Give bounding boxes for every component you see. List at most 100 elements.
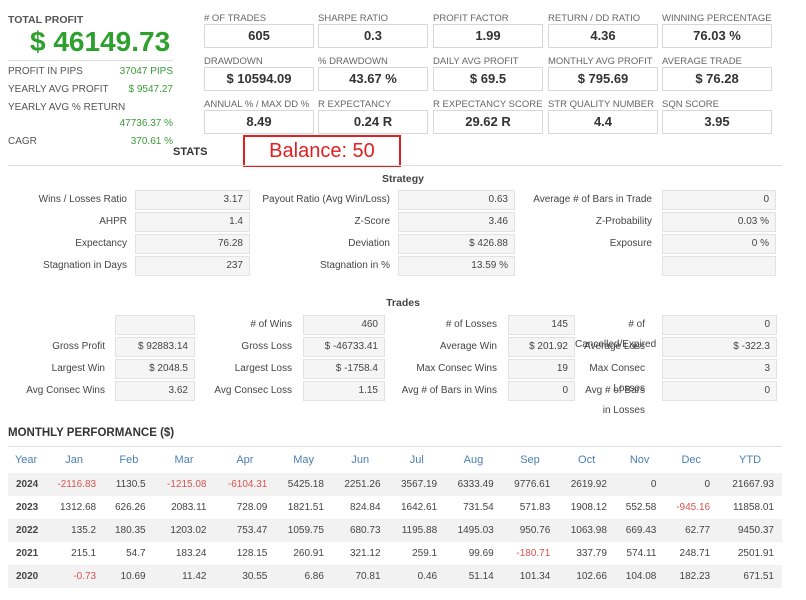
table-cell: 11858.01 — [733, 501, 774, 513]
table-cell: 11.42 — [153, 564, 215, 588]
table-cell: 1063.98 — [558, 518, 615, 542]
stat-label: Z-Score — [354, 216, 390, 227]
total-profit-label: TOTAL PROFIT — [8, 14, 84, 26]
table-cell: 62.77 — [664, 518, 719, 542]
table-cell: 824.84 — [349, 501, 381, 513]
summary-value: 47736.37 % — [119, 118, 173, 129]
card-value: 605 — [204, 24, 314, 48]
table-cell: 128.15 — [236, 547, 268, 559]
stat-label: Deviation — [348, 238, 390, 249]
table-cell: 260.91 — [293, 547, 324, 559]
table-cell: 669.43 — [614, 518, 665, 542]
card-value: $ 10594.09 — [204, 67, 314, 91]
table-cell: 2023 — [15, 501, 39, 513]
stat-label: Payout Ratio (Avg Win/Loss) — [262, 194, 390, 205]
card-label: R EXPECTANCY SCORE — [433, 99, 543, 110]
column-header: Jun — [331, 446, 389, 473]
card-value: $ 795.69 — [548, 67, 658, 91]
column-header: Oct — [558, 446, 615, 473]
table-cell: 626.26 — [115, 501, 146, 513]
card-label: R EXPECTANCY — [318, 99, 392, 110]
card-label: ANNUAL % / MAX DD % — [204, 99, 310, 110]
stat-value: 3.46 — [398, 212, 515, 232]
table-cell: 2024 — [8, 472, 45, 496]
trade-label: Average Win — [439, 341, 497, 352]
trade-label: # of Wins — [250, 319, 292, 330]
stat-label: Stagnation in % — [319, 260, 390, 271]
table-cell: 182.23 — [664, 564, 719, 588]
trade-label: Average Loss — [584, 341, 645, 352]
table-cell: 950.76 — [501, 518, 559, 542]
stat-value: 76.28 — [135, 234, 250, 254]
column-header: Dec — [664, 446, 719, 473]
card-label: DAILY AVG PROFIT — [433, 56, 519, 67]
card-label: RETURN / DD RATIO — [548, 13, 641, 24]
column-header: Year — [8, 446, 45, 473]
card-label: AVERAGE TRADE — [662, 56, 742, 67]
table-cell: 2021 — [15, 547, 39, 559]
card-value: 0.3 — [318, 24, 428, 48]
card-label: # OF TRADES — [204, 13, 267, 24]
table-cell: 2619.92 — [558, 472, 615, 496]
table-cell: 51.14 — [445, 564, 502, 588]
table-cell: 1642.61 — [400, 501, 438, 513]
table-cell: 3567.19 — [388, 472, 446, 496]
table-cell: 1908.12 — [570, 501, 607, 513]
trade-value: $ 92883.14 — [115, 337, 195, 357]
monthly-performance-table: Year Jan Feb Mar Apr May Jun Jul Aug Sep Oct Nov Dec… — [8, 446, 782, 588]
card-label: DRAWDOWN — [204, 56, 263, 67]
stat-value: 237 — [135, 256, 250, 276]
table-cell: 135.2 — [44, 518, 105, 542]
stat-value — [662, 256, 776, 276]
trade-label: Avg # of Bars in Wins — [401, 385, 497, 396]
table-cell: 2083.11 — [171, 501, 207, 513]
card-label: % DRAWDOWN — [318, 56, 388, 67]
trade-value: 0 — [508, 381, 575, 401]
trade-value: $ 2048.5 — [115, 359, 195, 379]
card-label: WINNING PERCENTAGE — [662, 13, 772, 24]
trade-label: Avg Consec Loss — [214, 385, 292, 396]
table-cell: 215.1 — [71, 547, 97, 559]
table-cell: 728.09 — [236, 501, 268, 513]
table-cell: 5425.18 — [275, 472, 332, 496]
column-header: Aug — [445, 446, 502, 473]
stat-label: Expectancy — [75, 238, 127, 249]
table-cell: -180.71 — [516, 547, 551, 559]
trade-value: 1.15 — [303, 381, 385, 401]
table-row: 2022 135.2 180.35 1203.02 753.47 1059.75 680.7… — [8, 518, 782, 542]
table-cell: 337.79 — [576, 547, 607, 559]
table-cell: 1130.5 — [104, 472, 154, 496]
summary-value: 37047 PIPS — [119, 66, 173, 77]
card-value: $ 76.28 — [662, 67, 772, 91]
table-cell: 2251.26 — [331, 472, 389, 496]
table-cell: 10.69 — [104, 564, 154, 588]
summary-label: CAGR — [8, 136, 37, 147]
summary-label: YEARLY AVG % RETURN — [8, 102, 126, 113]
stat-value: 13.59 % — [398, 256, 515, 276]
table-cell: 259.1 — [412, 547, 438, 559]
table-cell: 30.55 — [214, 564, 276, 588]
stat-label: Exposure — [609, 238, 652, 249]
trade-label: Gross Loss — [241, 341, 292, 352]
card-label: MONTHLY AVG PROFIT — [548, 56, 653, 67]
trade-label: Largest Win — [51, 363, 105, 374]
column-header: Mar — [153, 446, 215, 473]
card-value: 1.99 — [433, 24, 543, 48]
column-header: Nov — [614, 446, 665, 473]
stats-title: STATS — [173, 146, 208, 158]
trade-value — [115, 315, 195, 335]
stat-label: Average # of Bars in Trade — [533, 194, 652, 205]
stat-value: 0.63 — [398, 190, 515, 210]
table-cell: 680.73 — [331, 518, 389, 542]
table-cell: 2501.91 — [737, 547, 774, 559]
table-row: 2020 -0.73 10.69 11.42 30.55 6.86 70.81 0.46 51.… — [8, 564, 782, 588]
column-header: May — [275, 446, 332, 473]
table-cell: 6333.49 — [445, 472, 502, 496]
trade-value: 460 — [303, 315, 385, 335]
table-cell: 2022 — [8, 518, 45, 542]
trade-value: $ 201.92 — [508, 337, 575, 357]
card-label: SQN SCORE — [662, 99, 720, 110]
table-cell: 101.34 — [501, 564, 559, 588]
table-cell: -2116.83 — [44, 472, 105, 496]
stat-value: $ 426.88 — [398, 234, 515, 254]
